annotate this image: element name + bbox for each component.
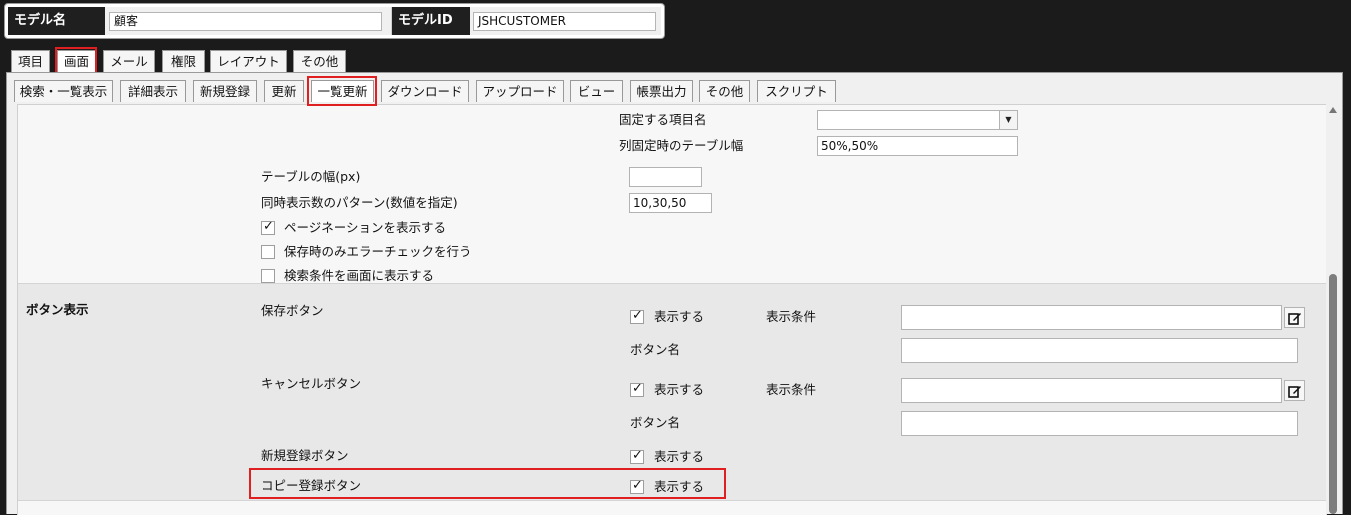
new-button-label: 新規登録ボタン [261,448,349,463]
tab-permission[interactable]: 権限 [162,50,205,72]
model-name-cell: 顧客 [105,7,392,35]
tab-mail[interactable]: メール [103,50,155,72]
cancel-button-checkbox[interactable] [630,381,644,397]
button-display-section: ボタン表示 保存ボタン 表示する 表示条件 ボタン名 キャンセルボタン 表示する… [18,283,1326,501]
fixed-table-width-input[interactable]: 50%,50% [817,136,1018,156]
subtab-view[interactable]: ビュー [570,80,623,102]
subtab-new[interactable]: 新規登録 [193,80,257,102]
cancel-condition-label: 表示条件 [766,382,817,397]
fixed-item-select[interactable]: ▼ [817,110,1018,130]
fixed-item-label: 固定する項目名 [619,112,707,127]
edit-icon [1288,313,1301,325]
error-check-label: 保存時のみエラーチェックを行う [284,244,472,259]
display-patterns-label: 同時表示数のパターン(数値を指定) [261,195,458,210]
save-name-label: ボタン名 [630,342,681,357]
tab-layout[interactable]: レイアウト [210,50,287,72]
fixed-table-width-label: 列固定時のテーブル幅 [619,138,744,153]
new-button-checkbox[interactable] [630,448,644,464]
subtab-search-list[interactable]: 検索・一覧表示 [14,80,113,102]
chevron-down-icon[interactable]: ▼ [999,111,1017,129]
cancel-condition-edit-button[interactable] [1284,380,1305,401]
model-name-input[interactable]: 顧客 [109,12,382,31]
copy-button-label: コピー登録ボタン [261,478,362,493]
tab-screen[interactable]: 画面 [57,50,96,72]
subtab-bulk-update[interactable]: 一覧更新 [311,80,374,102]
cancel-button-show-label: 表示する [654,382,705,397]
scroll-up-icon[interactable] [1329,107,1337,113]
model-id-cell: JSHCUSTOMER [470,7,661,35]
pagination-checkbox[interactable] [261,219,275,235]
model-id-label: モデルID [392,7,470,35]
subtab-script[interactable]: スクリプト [757,80,836,102]
model-name-label: モデル名 [8,7,105,35]
subtab-report[interactable]: 帳票出力 [630,80,693,102]
save-condition-edit-button[interactable] [1284,307,1305,328]
cancel-name-label: ボタン名 [630,415,681,430]
new-button-show-label: 表示する [654,449,705,464]
table-width-input[interactable] [629,167,702,187]
settings-content: 固定する項目名 ▼ 列固定時のテーブル幅 50%,50% テーブルの幅(px) … [17,104,1327,515]
search-conditions-label: 検索条件を画面に表示する [284,268,435,283]
cancel-name-input[interactable] [901,411,1298,436]
display-patterns-input[interactable]: 10,30,50 [629,193,712,213]
subtab-upload[interactable]: アップロード [476,80,564,102]
tab-other[interactable]: その他 [293,50,346,72]
scrollbar-thumb[interactable] [1329,274,1337,514]
cancel-button-label: キャンセルボタン [261,376,362,391]
edit-icon [1288,386,1301,398]
main-panel: 検索・一覧表示 詳細表示 新規登録 更新 一覧更新 ダウンロード アップロード … [6,72,1343,515]
subtab-detail[interactable]: 詳細表示 [120,80,186,102]
save-condition-input[interactable] [901,305,1282,330]
search-conditions-checkbox[interactable] [261,269,275,283]
cancel-condition-input[interactable] [901,378,1282,403]
subtab-other[interactable]: その他 [699,80,750,102]
vertical-scrollbar[interactable] [1326,103,1340,514]
tab-items[interactable]: 項目 [11,50,50,72]
model-header: モデル名 顧客 モデルID JSHCUSTOMER [4,3,665,39]
pagination-label: ページネーションを表示する [284,220,447,235]
copy-button-checkbox[interactable] [630,478,644,494]
button-section-title: ボタン表示 [26,302,89,317]
table-width-label: テーブルの幅(px) [261,169,361,184]
save-button-show-label: 表示する [654,309,705,324]
save-button-label: 保存ボタン [261,303,324,318]
save-name-input[interactable] [901,338,1298,363]
error-check-checkbox[interactable] [261,245,275,259]
model-id-input[interactable]: JSHCUSTOMER [473,12,656,31]
subtab-download[interactable]: ダウンロード [381,80,469,102]
copy-button-show-label: 表示する [654,479,705,494]
save-button-checkbox[interactable] [630,308,644,324]
save-condition-label: 表示条件 [766,309,817,324]
subtab-update[interactable]: 更新 [264,80,304,102]
